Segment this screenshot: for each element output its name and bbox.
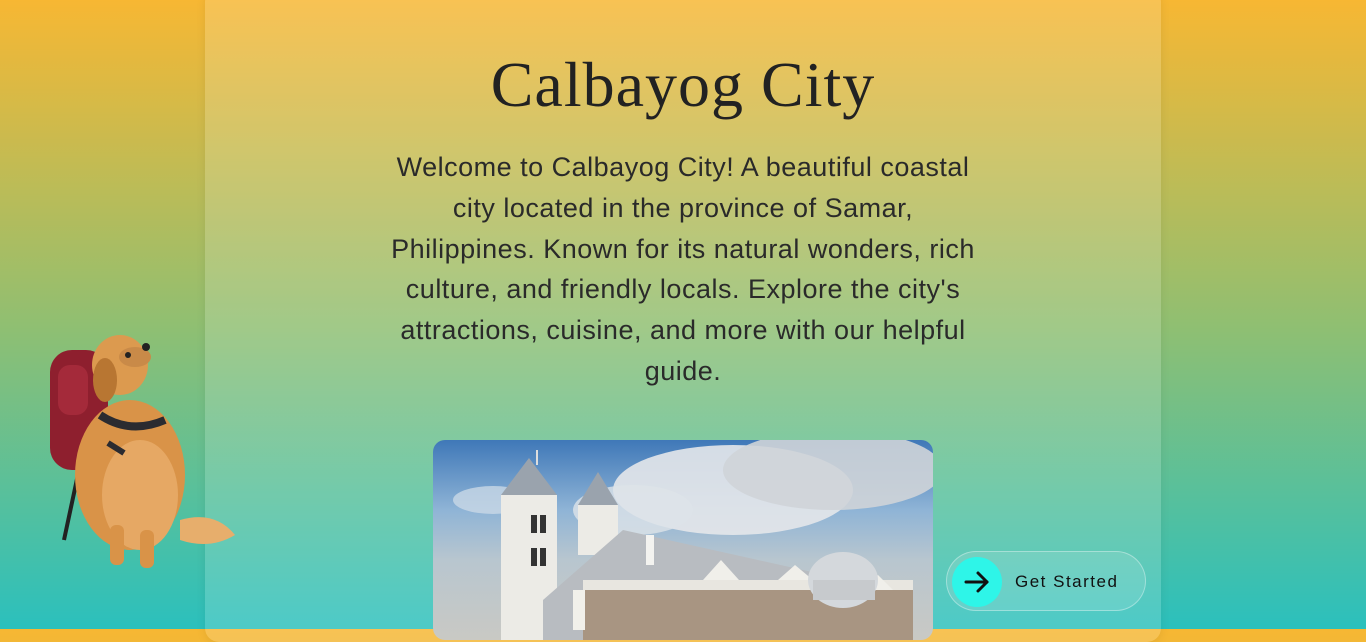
- page-title: Calbayog City: [490, 49, 876, 120]
- get-started-button[interactable]: Get Started: [946, 551, 1146, 611]
- dog-mascot-illustration: [40, 325, 240, 575]
- arrow-right-icon: [952, 557, 1002, 607]
- get-started-label: Get Started: [1015, 572, 1119, 591]
- church-photo: [433, 440, 933, 640]
- intro-paragraph: Welcome to Calbayog City! A beautiful co…: [391, 152, 975, 386]
